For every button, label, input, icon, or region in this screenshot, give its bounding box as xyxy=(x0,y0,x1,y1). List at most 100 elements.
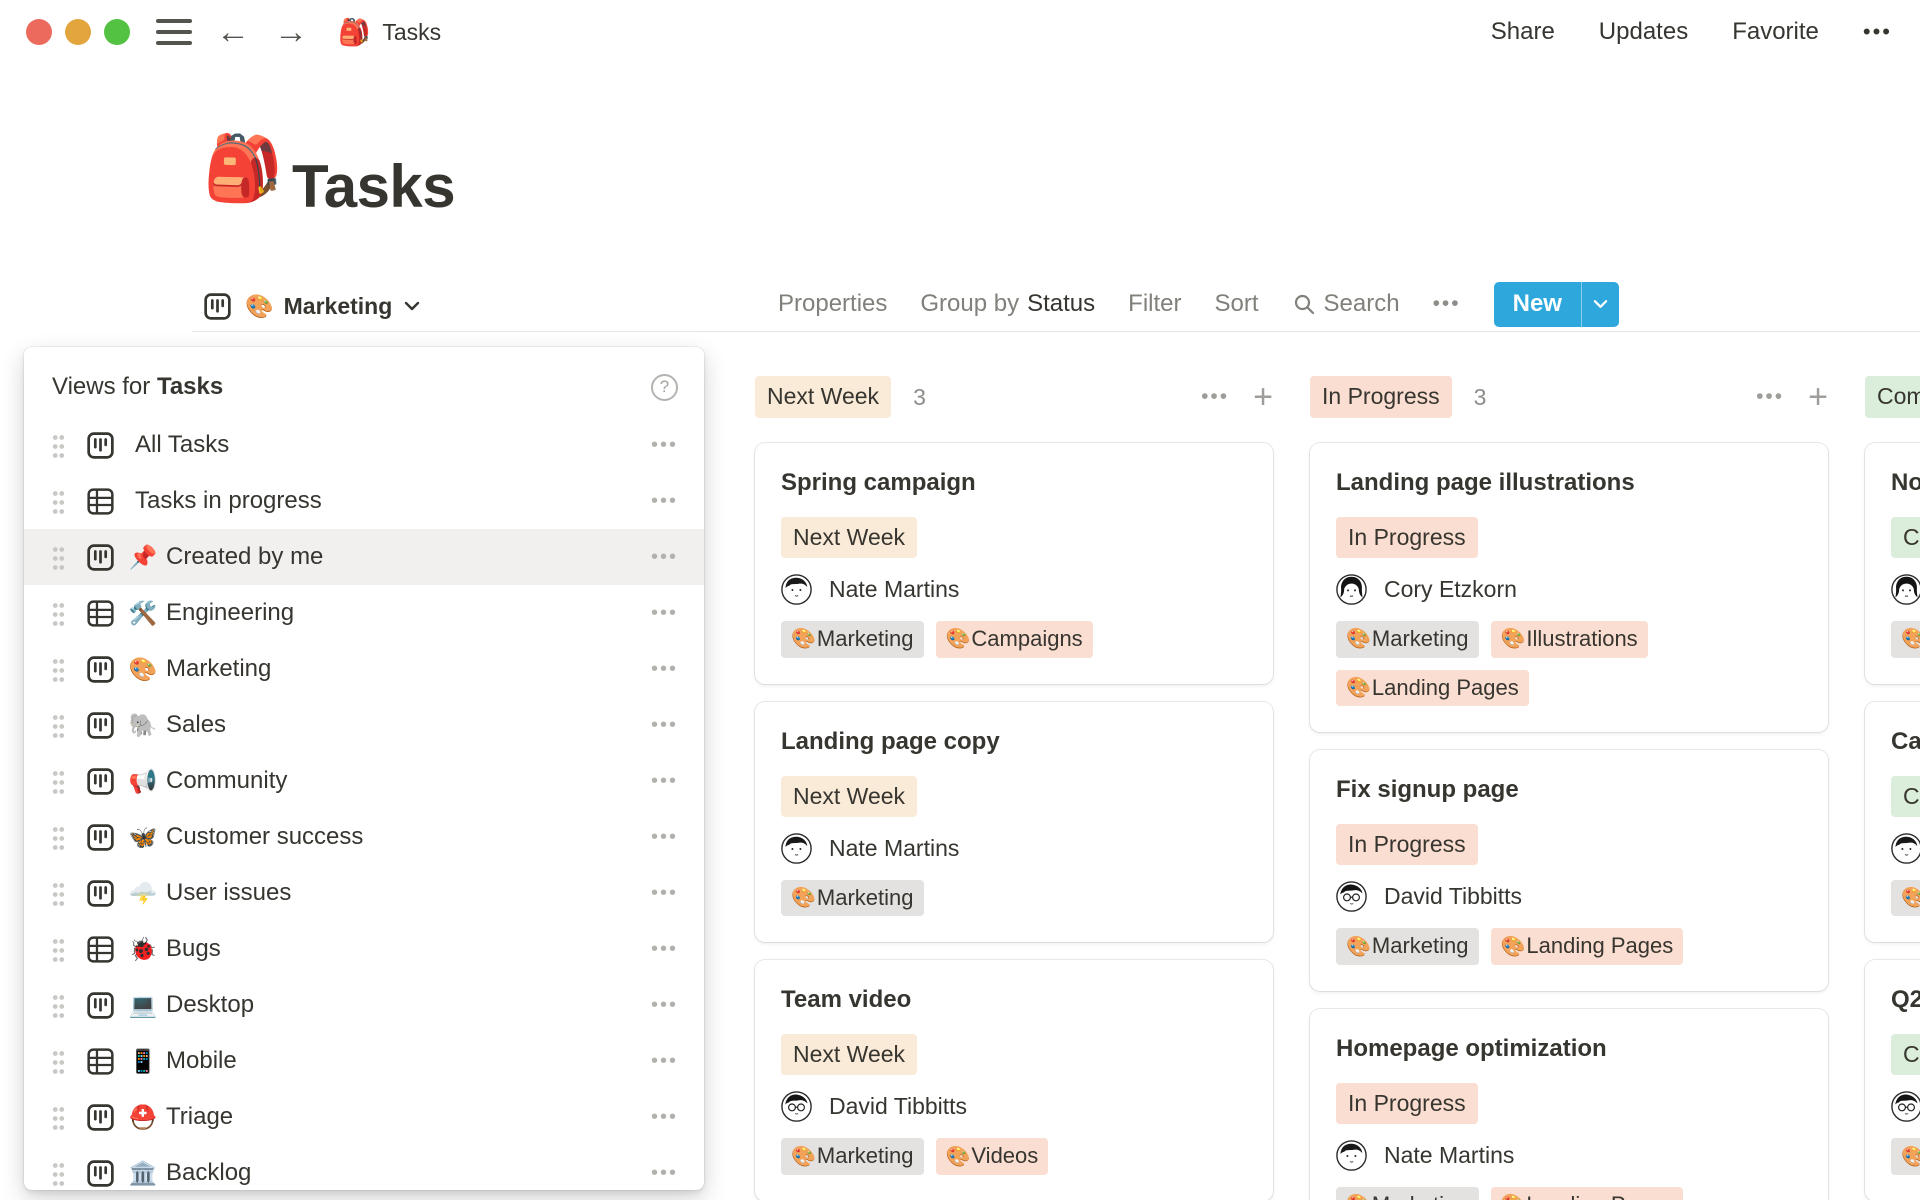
new-button[interactable]: New xyxy=(1494,282,1581,327)
card-title: Landing page copy xyxy=(781,728,1247,756)
view-item-options-button[interactable]: ••• xyxy=(651,658,678,681)
back-button[interactable]: ← xyxy=(216,15,250,49)
view-item-options-button[interactable]: ••• xyxy=(651,994,678,1017)
task-card[interactable]: Fix signup page In Progress David Tibbit… xyxy=(1310,750,1828,991)
favorite-button[interactable]: Favorite xyxy=(1732,18,1819,46)
sort-button[interactable]: Sort xyxy=(1215,290,1259,318)
palette-icon: 🎨 xyxy=(1501,934,1526,960)
share-button[interactable]: Share xyxy=(1491,18,1555,46)
drag-handle-icon[interactable] xyxy=(52,824,65,850)
palette-icon: 🎨 xyxy=(1346,626,1371,652)
help-icon[interactable]: ? xyxy=(651,374,678,401)
fullscreen-window-button[interactable] xyxy=(104,19,130,45)
view-item-options-button[interactable]: ••• xyxy=(651,1050,678,1073)
view-item-community[interactable]: 📢 Community ••• xyxy=(24,753,704,809)
page-title[interactable]: Tasks xyxy=(292,152,455,221)
avatar xyxy=(781,833,812,864)
drag-handle-icon[interactable] xyxy=(52,544,65,570)
card-title: Spring campaign xyxy=(781,469,1247,497)
new-button-group: New xyxy=(1494,282,1619,327)
view-item-tasks-in-progress[interactable]: Tasks in progress ••• xyxy=(24,473,704,529)
column-status-badge[interactable]: Com xyxy=(1865,376,1920,417)
group-by-button[interactable]: Group by Status xyxy=(920,290,1095,318)
column-options-button[interactable]: ••• xyxy=(1201,385,1229,409)
status-badge: Next Week xyxy=(781,776,917,817)
view-item-label: Mobile xyxy=(166,1047,237,1075)
view-item-created-by-me[interactable]: 📌 Created by me ••• xyxy=(24,529,704,585)
drag-handle-icon[interactable] xyxy=(52,712,65,738)
task-card[interactable]: Team video Next Week David Tibbitts 🎨Mar… xyxy=(755,960,1273,1200)
view-item-options-button[interactable]: ••• xyxy=(651,714,678,737)
view-item-options-button[interactable]: ••• xyxy=(651,770,678,793)
drag-handle-icon[interactable] xyxy=(52,432,65,458)
board-view-icon xyxy=(87,992,114,1019)
current-view-name: Marketing xyxy=(284,293,393,320)
tag: 🎨Landing Pages xyxy=(1491,1187,1684,1200)
more-menu-button[interactable]: ••• xyxy=(1863,19,1892,45)
drag-handle-icon[interactable] xyxy=(52,1104,65,1130)
drag-handle-icon[interactable] xyxy=(52,1160,65,1186)
view-item-options-button[interactable]: ••• xyxy=(651,1106,678,1129)
task-card[interactable]: Non Com C 🎨M xyxy=(1865,443,1920,684)
drag-handle-icon[interactable] xyxy=(52,992,65,1018)
task-card[interactable]: Homepage optimization In Progress Nate M… xyxy=(1310,1009,1828,1200)
column-add-card-button[interactable]: + xyxy=(1253,380,1273,414)
view-options-button[interactable]: ••• xyxy=(1433,292,1461,316)
column-add-card-button[interactable]: + xyxy=(1808,380,1828,414)
avatar xyxy=(781,1091,812,1122)
drag-handle-icon[interactable] xyxy=(52,936,65,962)
search-icon xyxy=(1292,292,1316,316)
view-item-triage[interactable]: ⛑️ Triage ••• xyxy=(24,1089,704,1145)
view-item-options-button[interactable]: ••• xyxy=(651,490,678,513)
view-item-customer-success[interactable]: 🦋 Customer success ••• xyxy=(24,809,704,865)
card-title: Non xyxy=(1891,469,1920,497)
task-card[interactable]: Landing page copy Next Week Nate Martins… xyxy=(755,702,1273,943)
views-panel-title: Views for Tasks xyxy=(52,373,223,401)
view-item-options-button[interactable]: ••• xyxy=(651,546,678,569)
view-item-sales[interactable]: 🐘 Sales ••• xyxy=(24,697,704,753)
view-item-backlog[interactable]: 🏛️ Backlog ••• xyxy=(24,1145,704,1190)
new-dropdown-button[interactable] xyxy=(1582,282,1619,327)
close-window-button[interactable] xyxy=(26,19,52,45)
view-item-bugs[interactable]: 🐞 Bugs ••• xyxy=(24,921,704,977)
task-card[interactable]: Landing page illustrations In Progress C… xyxy=(1310,443,1828,732)
forward-button[interactable]: → xyxy=(274,15,308,49)
palette-icon: 🎨 xyxy=(791,885,816,911)
drag-handle-icon[interactable] xyxy=(52,488,65,514)
column-options-button[interactable]: ••• xyxy=(1756,385,1784,409)
drag-handle-icon[interactable] xyxy=(52,880,65,906)
view-item-options-button[interactable]: ••• xyxy=(651,826,678,849)
column-status-badge[interactable]: In Progress xyxy=(1310,376,1452,417)
view-item-mobile[interactable]: 📱 Mobile ••• xyxy=(24,1033,704,1089)
view-item-options-button[interactable]: ••• xyxy=(651,1162,678,1185)
view-item-engineering[interactable]: 🛠️ Engineering ••• xyxy=(24,585,704,641)
search-button[interactable]: Search xyxy=(1292,290,1400,318)
page-icon[interactable]: 🎒 xyxy=(203,136,283,200)
view-item-options-button[interactable]: ••• xyxy=(651,602,678,625)
column-status-badge[interactable]: Next Week xyxy=(755,376,891,417)
view-item-desktop[interactable]: 💻 Desktop ••• xyxy=(24,977,704,1033)
view-item-marketing[interactable]: 🎨 Marketing ••• xyxy=(24,641,704,697)
drag-handle-icon[interactable] xyxy=(52,1048,65,1074)
minimize-window-button[interactable] xyxy=(65,19,91,45)
properties-button[interactable]: Properties xyxy=(778,290,887,318)
view-item-options-button[interactable]: ••• xyxy=(651,434,678,457)
view-item-options-button[interactable]: ••• xyxy=(651,882,678,905)
drag-handle-icon[interactable] xyxy=(52,656,65,682)
filter-button[interactable]: Filter xyxy=(1128,290,1181,318)
board-view-icon xyxy=(87,1104,114,1131)
drag-handle-icon[interactable] xyxy=(52,600,65,626)
task-card[interactable]: Q2 r Com E 🎨M xyxy=(1865,960,1920,1200)
view-switcher[interactable]: 🎨 Marketing xyxy=(204,283,420,329)
view-item-user-issues[interactable]: 🌩️ User issues ••• xyxy=(24,865,704,921)
palette-icon: 🎨 xyxy=(1901,885,1920,911)
view-item-emoji: 🦋 xyxy=(128,824,158,851)
view-item-options-button[interactable]: ••• xyxy=(651,938,678,961)
task-card[interactable]: Spring campaign Next Week Nate Martins 🎨… xyxy=(755,443,1273,684)
updates-button[interactable]: Updates xyxy=(1599,18,1688,46)
palette-icon: 🎨 xyxy=(1501,1192,1526,1200)
drag-handle-icon[interactable] xyxy=(52,768,65,794)
sidebar-toggle-icon[interactable] xyxy=(156,19,192,45)
view-item-all-tasks[interactable]: All Tasks ••• xyxy=(24,417,704,473)
task-card[interactable]: Cas Com N 🎨M xyxy=(1865,702,1920,943)
